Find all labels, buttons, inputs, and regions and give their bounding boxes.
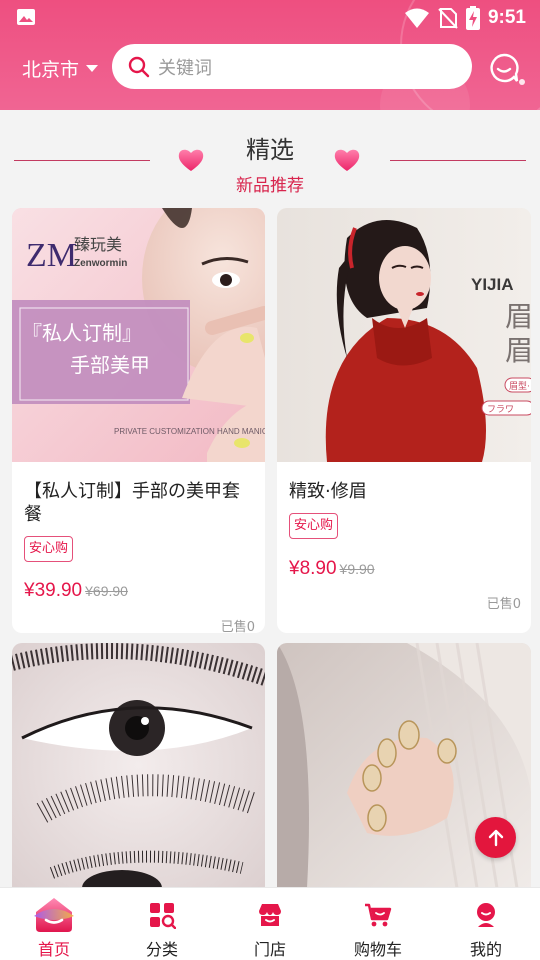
city-selector[interactable]: 北京市: [22, 55, 99, 82]
price-row: ¥39.90 ¥69.90: [24, 580, 128, 602]
product-card[interactable]: [277, 643, 531, 903]
tab-label: 门店: [253, 940, 286, 959]
app-header: 9:51 北京市 关键词: [0, 0, 540, 110]
caret-down-icon: [86, 65, 99, 72]
brand-en-text: Zenwormin: [74, 258, 127, 269]
current-price: ¥39.90: [24, 580, 83, 601]
trust-badge: 安心购: [24, 536, 74, 562]
product-card[interactable]: [12, 643, 265, 903]
tab-home[interactable]: 首页: [0, 888, 108, 960]
clock: 9:51: [487, 7, 526, 28]
image-notification-icon: [17, 9, 35, 25]
message-badge-dot: [519, 79, 525, 85]
small-label: フラワ: [487, 404, 514, 415]
profile-icon: [477, 903, 495, 927]
wifi-icon: [404, 8, 429, 28]
featured-section-header: 精选 新品推荐: [0, 110, 540, 200]
brand-text: YIJIA: [471, 275, 514, 294]
cart-icon: [365, 903, 392, 927]
no-sim-icon: [438, 8, 458, 29]
tab-profile[interactable]: 我的: [432, 888, 540, 960]
tab-label: 我的: [469, 940, 502, 959]
vertical-text: 眉: [505, 300, 531, 333]
message-icon[interactable]: [488, 52, 520, 84]
sold-count: 已售0: [486, 597, 521, 612]
sold-count: 已售0: [220, 620, 255, 633]
tab-category[interactable]: 分类: [108, 888, 216, 960]
image-caption: PRIVATE CUSTOMIZATION HAND MANIC: [114, 427, 265, 436]
trust-badge: 安心购: [289, 513, 339, 539]
store-icon: [259, 904, 281, 926]
arrow-up-icon: [488, 829, 503, 846]
bottom-tab-bar: 首页 分类 门店 购物车 我的: [0, 887, 540, 960]
tab-cart[interactable]: 购物车: [324, 888, 432, 960]
city-label: 北京市: [22, 59, 80, 81]
status-bar: 9:51: [0, 0, 540, 36]
search-icon: [128, 56, 150, 77]
tab-label: 分类: [145, 940, 178, 959]
product-image: YIJIA 眉 眉 眉型·ラ フラワ: [277, 208, 531, 462]
tab-store[interactable]: 门店: [216, 888, 324, 960]
product-card[interactable]: YIJIA 眉 眉 眉型·ラ フラワ 精致·修眉 安心购 ¥8.90¥9.90 …: [277, 208, 531, 633]
banner-line1: 『私人订制』: [22, 321, 142, 345]
battery-charging-icon: [465, 6, 480, 30]
product-image: [12, 643, 265, 888]
tab-label: 购物车: [353, 940, 402, 959]
brand-cn-text: 臻玩美: [74, 235, 122, 254]
search-bar[interactable]: 关键词: [112, 44, 472, 89]
tab-label: 首页: [37, 940, 70, 959]
product-name: 【私人订制】手部の美甲套餐: [24, 481, 240, 525]
section-subtitle: 新品推荐: [236, 176, 304, 196]
divider-right: [390, 160, 526, 161]
product-image: ZM 臻玩美 Zenwormin 『私人订制』 手部美甲 PRIVATE CUS…: [12, 208, 265, 462]
small-label: 眉型·ラ: [509, 381, 531, 392]
price-row: ¥8.90 ¥9.90: [289, 558, 375, 580]
brand-logo: ZM: [26, 237, 77, 274]
heart-icon: [334, 149, 360, 171]
current-price: ¥8.90: [289, 558, 337, 579]
category-icon: [150, 903, 176, 929]
original-price: ¥9.90: [339, 561, 375, 577]
home-icon: [34, 898, 74, 932]
product-card[interactable]: ZM 臻玩美 Zenwormin 『私人订制』 手部美甲 PRIVATE CUS…: [12, 208, 265, 633]
product-name: 精致·修眉: [289, 481, 367, 502]
search-placeholder: 关键词: [158, 57, 212, 79]
original-price: ¥69.90: [85, 583, 128, 599]
back-to-top-button[interactable]: [475, 817, 516, 858]
vertical-text: 眉: [505, 334, 531, 367]
banner-line2: 手部美甲: [70, 353, 150, 377]
